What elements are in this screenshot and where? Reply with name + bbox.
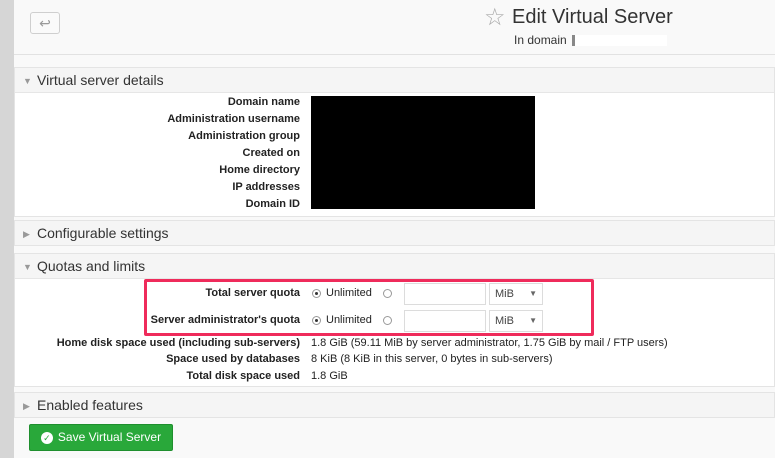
- back-button[interactable]: ↩: [30, 12, 60, 34]
- section-title: Enabled features: [37, 397, 143, 413]
- star-favorite-icon[interactable]: ☆: [484, 6, 506, 30]
- label-ip-addresses: IP addresses: [232, 181, 300, 193]
- label-created-on: Created on: [242, 147, 300, 159]
- save-virtual-server-button[interactable]: ✓ Save Virtual Server: [29, 424, 173, 451]
- caret-down-icon: ▼: [23, 262, 32, 273]
- section-title: Virtual server details: [37, 72, 164, 88]
- caret-right-icon: ▶: [23, 229, 30, 240]
- section-header-details[interactable]: ▼ Virtual server details: [15, 68, 774, 93]
- caret-right-icon: ▶: [23, 401, 30, 412]
- value-home-disk-used: 1.8 GiB (59.11 MiB by server administrat…: [311, 337, 668, 349]
- label-admin-group: Administration group: [188, 130, 300, 142]
- section-header-features[interactable]: ▶ Enabled features: [15, 393, 774, 417]
- domain-redacted: [572, 35, 667, 46]
- section-header-configurable[interactable]: ▶ Configurable settings: [15, 221, 774, 245]
- page-subtitle: In domain: [514, 33, 567, 47]
- label-home-directory: Home directory: [219, 164, 300, 176]
- section-header-quotas[interactable]: ▼ Quotas and limits: [15, 254, 774, 279]
- return-arrow-icon: ↩: [39, 15, 51, 31]
- label-db-space: Space used by databases: [166, 353, 300, 365]
- check-circle-icon: ✓: [40, 431, 53, 444]
- caret-down-icon: ▼: [23, 76, 32, 87]
- label-total-disk: Total disk space used: [186, 370, 300, 382]
- label-domain-name: Domain name: [227, 96, 300, 108]
- section-configurable-settings: ▶ Configurable settings: [14, 220, 775, 246]
- page-title: Edit Virtual Server: [512, 6, 673, 28]
- quota-highlight-box: [144, 279, 594, 336]
- section-enabled-features: ▶ Enabled features: [14, 392, 775, 418]
- save-button-label: Save Virtual Server: [57, 430, 162, 444]
- page-header: ↩ ☆ Edit Virtual Server In domain: [14, 0, 775, 55]
- label-home-disk-used: Home disk space used (including sub-serv…: [56, 337, 300, 349]
- left-frame-strip: [0, 0, 14, 458]
- label-admin-username: Administration username: [167, 113, 300, 125]
- label-domain-id: Domain ID: [245, 198, 300, 210]
- section-title: Configurable settings: [37, 225, 169, 241]
- section-title: Quotas and limits: [37, 258, 146, 274]
- value-db-space: 8 KiB (8 KiB in this server, 0 bytes in …: [311, 353, 553, 365]
- value-total-disk: 1.8 GiB: [311, 370, 348, 382]
- redacted-details-values: [311, 96, 535, 209]
